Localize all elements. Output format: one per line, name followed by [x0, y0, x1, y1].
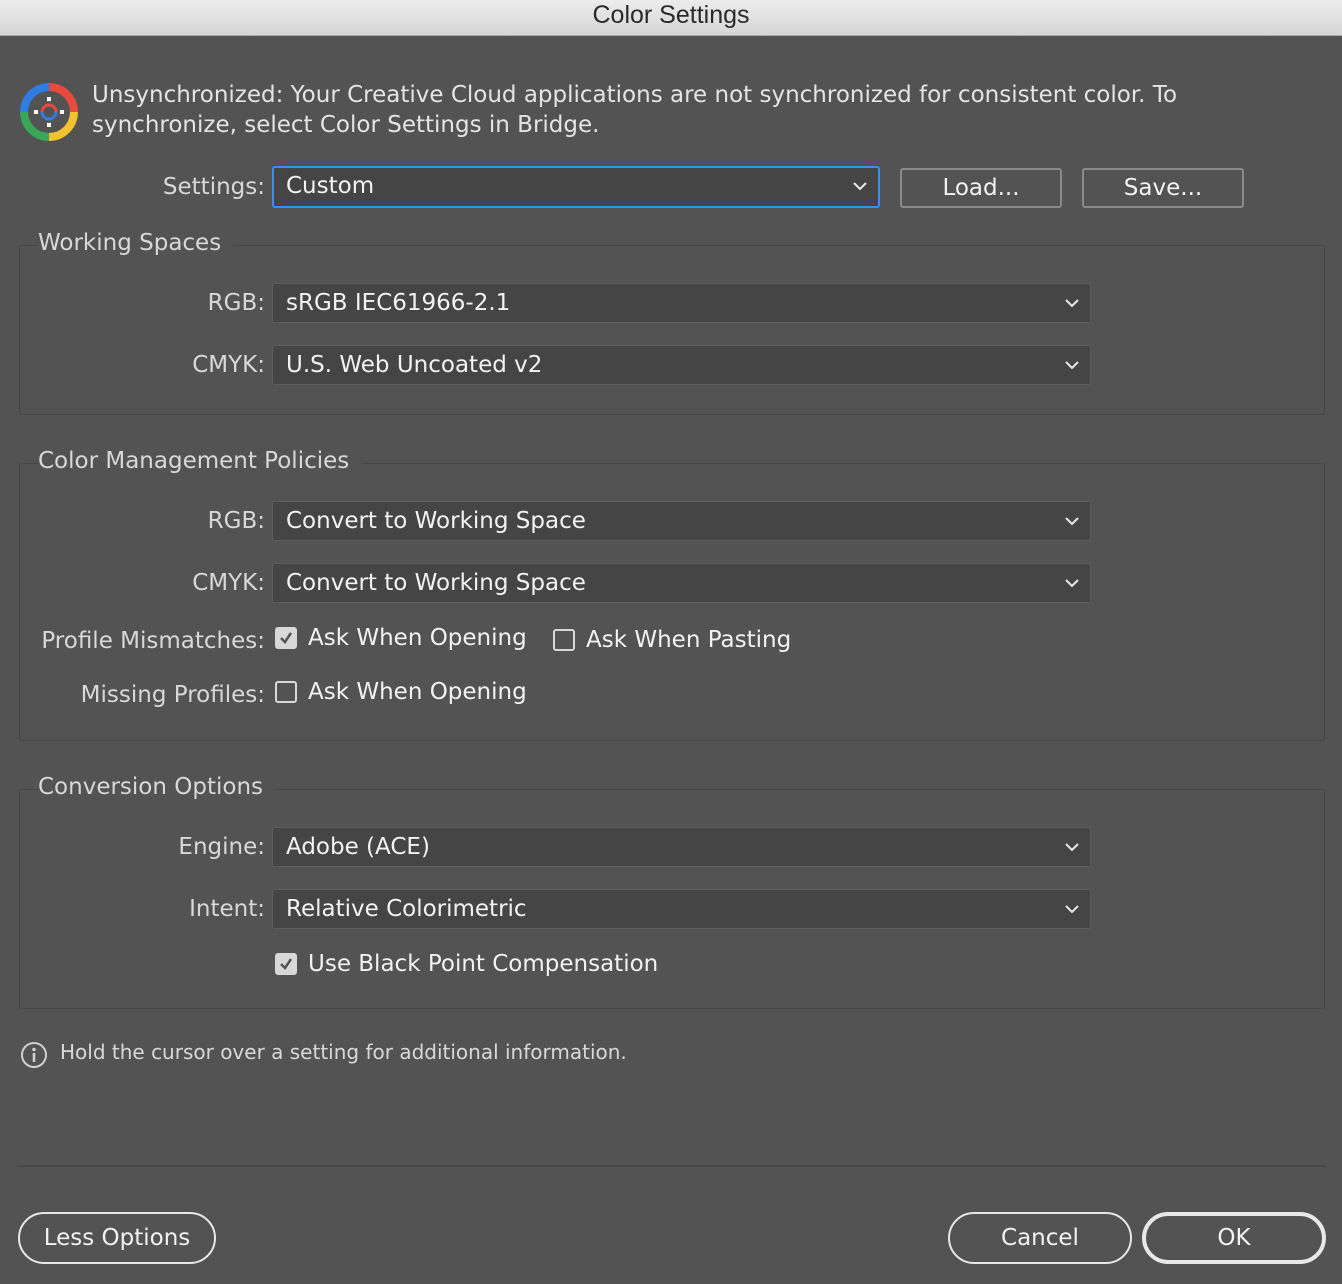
ws-rgb-label: RGB:	[207, 290, 265, 316]
engine-value: Adobe (ACE)	[286, 834, 430, 860]
missing-profiles-label: Missing Profiles:	[80, 682, 265, 708]
less-options-button[interactable]: Less Options	[18, 1212, 216, 1264]
policy-cmyk-dropdown[interactable]: Convert to Working Space	[272, 563, 1091, 603]
chevron-down-icon	[1065, 905, 1079, 914]
settings-value: Custom	[286, 173, 375, 199]
footer-divider	[17, 1165, 1326, 1167]
engine-label: Engine:	[178, 834, 265, 860]
mismatch-ask-pasting-label[interactable]: Ask When Pasting	[586, 627, 791, 653]
cancel-button[interactable]: Cancel	[948, 1212, 1132, 1264]
window-title: Color Settings	[0, 0, 1342, 36]
mismatch-ask-opening-label[interactable]: Ask When Opening	[308, 625, 527, 651]
ok-button[interactable]: OK	[1142, 1212, 1326, 1264]
policy-cmyk-label: CMYK:	[192, 570, 265, 596]
mismatch-ask-pasting-checkbox[interactable]	[553, 629, 575, 651]
ws-rgb-value: sRGB IEC61966-2.1	[286, 290, 511, 316]
policy-rgb-value: Convert to Working Space	[286, 508, 586, 534]
settings-dropdown[interactable]: Custom	[272, 166, 880, 208]
ws-cmyk-dropdown[interactable]: U.S. Web Uncoated v2	[272, 345, 1091, 385]
engine-dropdown[interactable]: Adobe (ACE)	[272, 827, 1091, 867]
settings-label: Settings:	[162, 174, 265, 200]
info-icon	[21, 1042, 47, 1068]
policy-rgb-label: RGB:	[207, 508, 265, 534]
info-text: Hold the cursor over a setting for addit…	[60, 1040, 627, 1064]
chevron-down-icon	[1065, 517, 1079, 526]
policy-rgb-dropdown[interactable]: Convert to Working Space	[272, 501, 1091, 541]
policies-title: Color Management Policies	[38, 448, 362, 474]
save-button[interactable]: Save...	[1082, 168, 1244, 208]
chevron-down-icon	[1065, 843, 1079, 852]
ws-rgb-dropdown[interactable]: sRGB IEC61966-2.1	[272, 283, 1091, 323]
chevron-down-icon	[853, 182, 867, 191]
policy-cmyk-value: Convert to Working Space	[286, 570, 586, 596]
checkmark-icon	[280, 958, 293, 970]
chevron-down-icon	[1065, 299, 1079, 308]
conversion-title: Conversion Options	[38, 774, 276, 800]
black-point-checkbox[interactable]	[275, 953, 297, 975]
ws-cmyk-label: CMYK:	[192, 352, 265, 378]
sync-warning-text: Unsynchronized: Your Creative Cloud appl…	[92, 82, 1178, 138]
profile-mismatches-label: Profile Mismatches:	[41, 628, 265, 654]
load-button[interactable]: Load...	[900, 168, 1062, 208]
chevron-down-icon	[1065, 579, 1079, 588]
mismatch-ask-opening-checkbox[interactable]	[275, 627, 297, 649]
missing-ask-opening-label[interactable]: Ask When Opening	[308, 679, 527, 705]
working-spaces-title: Working Spaces	[38, 230, 234, 256]
black-point-label[interactable]: Use Black Point Compensation	[308, 951, 658, 977]
working-spaces-group	[19, 245, 1325, 415]
intent-value: Relative Colorimetric	[286, 896, 527, 922]
chevron-down-icon	[1065, 361, 1079, 370]
intent-dropdown[interactable]: Relative Colorimetric	[272, 889, 1091, 929]
color-sync-icon	[20, 83, 78, 141]
ws-cmyk-value: U.S. Web Uncoated v2	[286, 352, 543, 378]
missing-ask-opening-checkbox[interactable]	[275, 681, 297, 703]
checkmark-icon	[280, 632, 293, 644]
intent-label: Intent:	[189, 896, 265, 922]
